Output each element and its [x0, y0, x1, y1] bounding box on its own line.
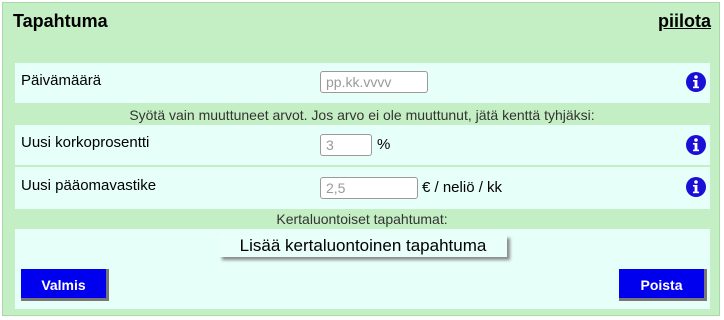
percent-unit: %	[377, 136, 391, 153]
info-icon[interactable]	[686, 177, 706, 197]
delete-button[interactable]: Poista	[619, 269, 707, 301]
date-row: Päivämäärä	[15, 63, 710, 103]
interest-row: Uusi korkoprosentti %	[15, 125, 710, 165]
interest-label: Uusi korkoprosentti	[21, 134, 150, 151]
done-button[interactable]: Valmis	[21, 269, 109, 301]
panel-title: Tapahtuma	[13, 11, 108, 31]
add-one-time-event-button[interactable]: Lisää kertaluontoinen tapahtuma	[219, 235, 507, 257]
info-icon[interactable]	[686, 135, 706, 155]
capital-charge-label: Uusi pääomavastike	[21, 177, 157, 194]
capital-charge-row: Uusi pääomavastike € / neliö / kk	[15, 167, 710, 209]
interest-input[interactable]	[320, 134, 372, 156]
date-label: Päivämäärä	[21, 72, 102, 89]
date-input[interactable]	[320, 71, 428, 93]
hide-link[interactable]: piilota	[658, 11, 711, 32]
capital-charge-input[interactable]	[320, 177, 418, 199]
changed-values-note: Syötä vain muuttuneet arvot. Jos arvo ei…	[129, 107, 595, 123]
event-panel: Tapahtuma piilota Päivämäärä Syötä vain …	[2, 2, 720, 316]
capital-charge-unit: € / neliö / kk	[422, 179, 503, 196]
one-time-events-label: Kertaluontoiset tapahtumat:	[276, 211, 448, 227]
info-icon[interactable]	[686, 72, 706, 92]
